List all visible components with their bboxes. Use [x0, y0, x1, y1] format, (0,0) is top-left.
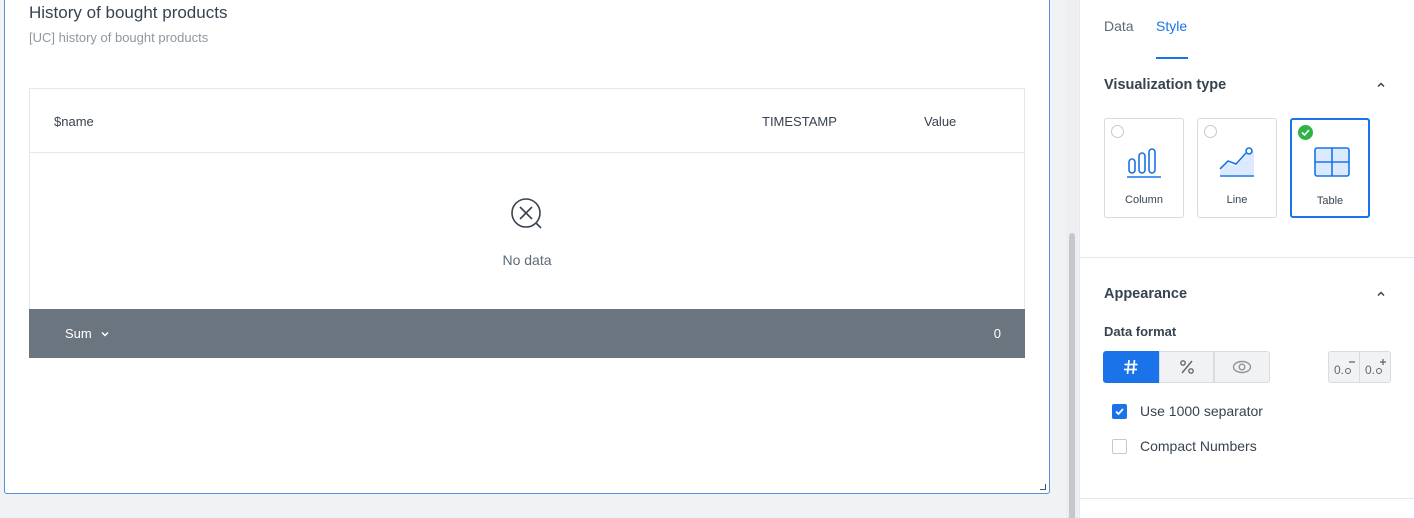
line-chart-icon [1219, 147, 1254, 177]
column-header-value[interactable]: Value [924, 114, 956, 129]
format-percent-button[interactable] [1159, 351, 1214, 383]
thousand-separator-label[interactable]: Use 1000 separator [1140, 403, 1263, 419]
increase-decimals-icon: 0. [1365, 359, 1386, 377]
chevron-down-icon [101, 331, 109, 337]
chevron-up-icon[interactable] [1376, 289, 1386, 299]
section-divider [1080, 498, 1414, 499]
active-tab-indicator [1156, 57, 1188, 59]
hash-icon [1124, 359, 1138, 375]
section-divider [1080, 257, 1414, 258]
widget-subtitle: [UC] history of bought products [29, 30, 209, 45]
compact-numbers-checkbox[interactable] [1112, 439, 1127, 454]
viz-option-table[interactable]: Table [1290, 118, 1370, 218]
tab-data[interactable]: Data [1104, 18, 1134, 34]
tab-style[interactable]: Style [1156, 18, 1187, 34]
data-table: $name TIMESTAMP Value No data [29, 88, 1025, 310]
decrease-decimals-button[interactable]: 0. [1328, 351, 1360, 383]
aggregation-dropdown[interactable]: Sum [65, 326, 110, 341]
column-chart-icon [1127, 148, 1161, 178]
summary-value: 0 [993, 326, 1001, 341]
format-number-button[interactable] [1103, 351, 1159, 383]
viz-option-line[interactable]: Line [1197, 118, 1277, 218]
appearance-title: Appearance [1104, 286, 1188, 302]
eye-icon [1232, 360, 1252, 374]
format-visibility-button[interactable] [1214, 351, 1270, 383]
no-data-icon [511, 198, 542, 229]
visualization-type-title: Visualization type [1104, 77, 1227, 93]
widget-title: History of bought products [29, 3, 228, 22]
aggregation-label: Sum [65, 326, 92, 341]
check-circle-icon [1298, 125, 1313, 140]
svg-text:0.: 0. [1334, 363, 1344, 377]
decrease-decimals-icon: 0. [1334, 361, 1355, 377]
table-header: $name TIMESTAMP Value [30, 89, 1024, 153]
svg-text:0.: 0. [1365, 363, 1375, 377]
viz-option-label: Table [1316, 195, 1344, 207]
widget-card[interactable]: History of bought products [UC] history … [4, 0, 1050, 494]
scrollbar-thumb[interactable] [1069, 233, 1075, 518]
radio-unselected [1204, 125, 1217, 138]
increase-decimals-button[interactable]: 0. [1359, 351, 1391, 383]
column-header-timestamp[interactable]: TIMESTAMP [762, 114, 837, 129]
resize-handle-icon[interactable] [1040, 484, 1046, 490]
data-format-label: Data format [1104, 324, 1177, 339]
checkmark-icon [1115, 408, 1124, 416]
viz-option-label: Column [1125, 194, 1163, 206]
viz-option-label: Line [1226, 194, 1248, 206]
settings-panel: Data Style Visualization type Column Lin… [1079, 0, 1414, 518]
summary-row: Sum 0 [29, 309, 1025, 358]
no-data-text: No data [502, 252, 552, 268]
radio-unselected [1111, 125, 1124, 138]
thousand-separator-checkbox[interactable] [1112, 404, 1127, 419]
compact-numbers-label[interactable]: Compact Numbers [1140, 438, 1257, 454]
viz-option-column[interactable]: Column [1104, 118, 1184, 218]
percent-icon [1179, 360, 1194, 374]
chevron-up-icon[interactable] [1376, 80, 1386, 90]
column-header-name[interactable]: $name [54, 114, 94, 129]
table-icon [1314, 147, 1350, 177]
